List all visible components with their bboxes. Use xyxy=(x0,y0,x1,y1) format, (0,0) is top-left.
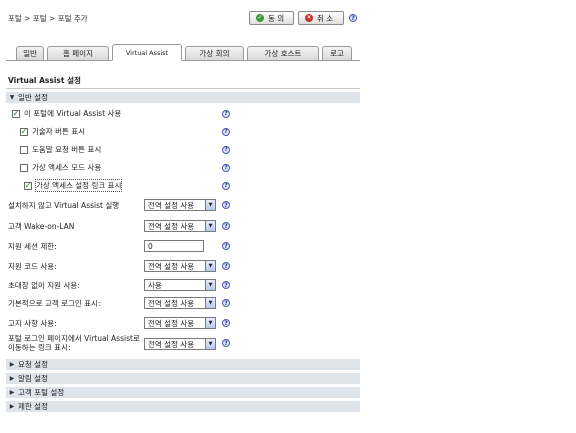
help-icon[interactable]: ? xyxy=(222,299,230,307)
field-row-wake-on-lan: 고객 Wake-on-LAN 전역 설정 사용 ▼ ? xyxy=(6,219,360,233)
help-icon[interactable]: ? xyxy=(222,222,230,230)
chevron-down-icon: ▼ xyxy=(205,298,215,308)
checkbox-label: 기술자 버튼 표시 xyxy=(32,127,86,136)
field-row-run-without-install: 설치하지 않고 Virtual Assist 실행 전역 설정 사용 ▼ ? xyxy=(6,198,360,212)
field-row-portal-link: 포털 로그인 페이지에서 Virtual Assist로 이동하는 링크 표시:… xyxy=(6,334,360,354)
customer-login-select[interactable]: 전역 설정 사용 ▼ xyxy=(144,297,216,309)
chevron-right-icon: ▶ xyxy=(9,375,15,382)
checkbox-label: 가상 액세스 설정 링크 표시 xyxy=(34,179,123,192)
checkbox-label: 이 포털에 Virtual Assist 사용 xyxy=(24,109,122,118)
field-label: 설치하지 않고 Virtual Assist 실행 xyxy=(8,200,120,210)
field-row-disclaimer: 고지 사항 사용: 전역 설정 사용 ▼ ? xyxy=(6,316,360,330)
checkbox-row-virtual-access: 가상 액세스 모드 사용 ? xyxy=(6,161,360,174)
chevron-right-icon: ▶ xyxy=(9,389,15,396)
tab-homepage[interactable]: 홈 페이지 xyxy=(47,46,109,60)
checkbox-row-enable-va: ✓ 이 포털에 Virtual Assist 사용 ? xyxy=(6,107,360,120)
group-restrict-label: 제한 설정 xyxy=(18,402,48,411)
field-row-support-code: 지원 코드 사용: 전역 설정 사용 ▼ ? xyxy=(6,259,360,273)
select-value: 전역 설정 사용 xyxy=(148,318,195,328)
ok-button-label: 동 의 xyxy=(268,13,285,23)
breadcrumb: 포털 > 포털 > 포털 추가 xyxy=(8,14,88,23)
wake-on-lan-select[interactable]: 전역 설정 사용 ▼ xyxy=(144,220,216,232)
section-title: Virtual Assist 설정 xyxy=(8,76,81,85)
divider xyxy=(6,88,360,89)
group-notify-header[interactable]: ▶ 알림 설정 xyxy=(6,373,360,384)
tab-virtual-assist[interactable]: Virtual Assist xyxy=(112,44,182,61)
access-link-checkbox[interactable]: ✓ xyxy=(24,181,32,190)
tab-logo[interactable]: 로고 xyxy=(322,46,352,60)
field-row-customer-login: 기본적으로 고객 로그인 표시: 전역 설정 사용 ▼ ? xyxy=(6,296,360,310)
run-without-install-select[interactable]: 전역 설정 사용 ▼ xyxy=(144,199,216,211)
group-request-label: 요청 설정 xyxy=(18,360,48,369)
ok-button[interactable]: ✓ 동 의 xyxy=(249,11,294,25)
tab-virtual-meeting[interactable]: 가상 회의 xyxy=(185,46,244,60)
session-limit-input[interactable]: 0 xyxy=(144,240,204,252)
help-request-checkbox[interactable] xyxy=(20,145,28,154)
field-label: 고지 사항 사용: xyxy=(8,318,57,328)
help-icon[interactable]: ? xyxy=(222,281,230,289)
select-value: 사용 xyxy=(148,280,162,290)
help-icon[interactable]: ? xyxy=(222,242,230,250)
field-label: 지원 세션 제한: xyxy=(8,241,57,251)
chevron-down-icon: ▼ xyxy=(9,94,15,101)
select-value: 전역 설정 사용 xyxy=(148,221,195,231)
group-restrict-header[interactable]: ▶ 제한 설정 xyxy=(6,401,360,412)
chevron-right-icon: ▶ xyxy=(9,361,15,368)
help-icon[interactable]: ? xyxy=(222,262,230,270)
portal-settings-panel: 포털 > 포털 > 포털 추가 ✓ 동 의 ✕ 취 소 ? 일반 홈 페이지 V… xyxy=(6,4,360,414)
chevron-down-icon: ▼ xyxy=(205,318,215,328)
select-value: 전역 설정 사용 xyxy=(148,261,195,271)
select-value: 전역 설정 사용 xyxy=(148,339,195,349)
check-icon: ✓ xyxy=(256,14,264,22)
group-customer-portal-label: 고객 포털 설정 xyxy=(18,388,65,397)
chevron-down-icon: ▼ xyxy=(205,280,215,290)
select-value: 전역 설정 사용 xyxy=(148,298,195,308)
tab-bar: 일반 홈 페이지 Virtual Assist 가상 회의 가상 호스트 로고 xyxy=(6,42,360,61)
help-icon[interactable]: ? xyxy=(222,109,230,118)
tech-button-checkbox[interactable]: ✓ xyxy=(20,127,28,136)
field-label: 고객 Wake-on-LAN xyxy=(8,221,75,231)
virtual-access-checkbox[interactable] xyxy=(20,163,28,172)
support-code-select[interactable]: 전역 설정 사용 ▼ xyxy=(144,260,216,272)
group-customer-portal-header[interactable]: ▶ 고객 포털 설정 xyxy=(6,387,360,398)
chevron-down-icon: ▼ xyxy=(205,221,215,231)
group-request-header[interactable]: ▶ 요청 설정 xyxy=(6,359,360,370)
help-icon[interactable]: ? xyxy=(222,319,230,327)
field-row-no-invite: 초대장 없이 지원 사용: 사용 ▼ ? xyxy=(6,278,360,292)
help-icon[interactable]: ? xyxy=(222,201,230,209)
chevron-right-icon: ▶ xyxy=(9,403,15,410)
field-label: 포털 로그인 페이지에서 Virtual Assist로 이동하는 링크 표시: xyxy=(8,334,140,352)
checkbox-row-help-request: 도움말 요청 버튼 표시 ? xyxy=(6,143,360,156)
tab-general[interactable]: 일반 xyxy=(16,46,44,60)
checkbox-label: 가상 액세스 모드 사용 xyxy=(32,163,102,172)
chevron-down-icon: ▼ xyxy=(205,200,215,210)
field-label: 기본적으로 고객 로그인 표시: xyxy=(8,298,101,308)
field-label: 초대장 없이 지원 사용: xyxy=(8,280,80,290)
help-icon[interactable]: ? xyxy=(222,127,230,136)
chevron-down-icon: ▼ xyxy=(205,261,215,271)
field-label: 지원 코드 사용: xyxy=(8,261,57,271)
enable-va-checkbox[interactable]: ✓ xyxy=(12,109,20,118)
group-general-label: 일반 설정 xyxy=(18,93,48,102)
help-icon[interactable]: ? xyxy=(222,339,230,347)
checkbox-label: 도움말 요청 버튼 표시 xyxy=(32,145,102,154)
field-row-session-limit: 지원 세션 제한: 0 ? xyxy=(6,239,360,253)
select-value: 전역 설정 사용 xyxy=(148,200,195,210)
checkbox-row-access-link: ✓ 가상 액세스 설정 링크 표시 ? xyxy=(6,179,360,192)
portal-link-select[interactable]: 전역 설정 사용 ▼ xyxy=(144,338,216,350)
close-icon: ✕ xyxy=(305,14,313,22)
no-invite-select[interactable]: 사용 ▼ xyxy=(144,279,216,291)
disclaimer-select[interactable]: 전역 설정 사용 ▼ xyxy=(144,317,216,329)
help-icon[interactable]: ? xyxy=(222,163,230,172)
help-icon[interactable]: ? xyxy=(222,145,230,154)
cancel-button[interactable]: ✕ 취 소 xyxy=(298,11,344,25)
checkbox-row-tech-button: ✓ 기술자 버튼 표시 ? xyxy=(6,125,360,138)
help-icon[interactable]: ? xyxy=(349,14,357,22)
tab-virtual-host[interactable]: 가상 호스트 xyxy=(247,46,319,60)
cancel-button-label: 취 소 xyxy=(317,13,334,23)
group-notify-label: 알림 설정 xyxy=(18,374,48,383)
group-general-header[interactable]: ▼ 일반 설정 xyxy=(6,92,360,103)
chevron-down-icon: ▼ xyxy=(205,339,215,349)
help-icon[interactable]: ? xyxy=(222,181,230,190)
